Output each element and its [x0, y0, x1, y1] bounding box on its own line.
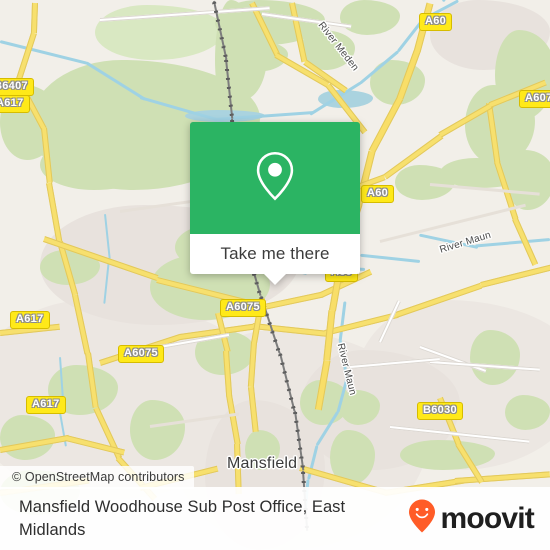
take-me-there-popup[interactable]: Take me there: [190, 122, 360, 285]
road-shield: A607: [519, 90, 550, 108]
road-shield: A60: [361, 185, 395, 203]
road-line: [454, 471, 550, 484]
popup-tail: [264, 274, 286, 285]
place-title: Mansfield Woodhouse Sub Post Office, Eas…: [19, 497, 346, 539]
road-shield: A617: [10, 311, 50, 329]
landuse-area: [340, 0, 400, 35]
moovit-wordmark: moovit: [440, 501, 534, 535]
take-me-there-label: Take me there: [220, 244, 330, 263]
road-shield: A6075: [220, 299, 266, 317]
river-line: [338, 301, 347, 342]
river-line: [360, 253, 421, 263]
osm-attribution[interactable]: © OpenStreetMap contributors: [0, 466, 194, 489]
popup-action-bar[interactable]: Take me there: [190, 234, 360, 285]
river-line: [0, 40, 88, 65]
road-line: [15, 32, 37, 82]
road-line: [480, 262, 550, 288]
road-shield: B6030: [417, 402, 463, 420]
road-line: [46, 182, 63, 243]
road-shield: A617: [0, 95, 30, 113]
road-line: [368, 96, 404, 154]
footer-bar: Mansfield Woodhouse Sub Post Office, Eas…: [0, 487, 550, 550]
road-shield: A617: [26, 396, 66, 414]
city-label: Mansfield: [227, 455, 298, 472]
road-shield: A60: [419, 13, 453, 31]
map-screenshot: B6407A60A607A60A60A617A617A6075A6075A617…: [0, 0, 550, 550]
road-line: [379, 203, 526, 243]
location-pin-icon: [246, 147, 304, 210]
moovit-smiley-pin-icon: [407, 498, 437, 539]
road-shield: B6407: [0, 78, 34, 96]
moovit-logo[interactable]: moovit: [407, 498, 535, 539]
road-shield: A6075: [118, 345, 164, 363]
road-line: [30, 2, 38, 34]
popup-header: [190, 122, 360, 234]
